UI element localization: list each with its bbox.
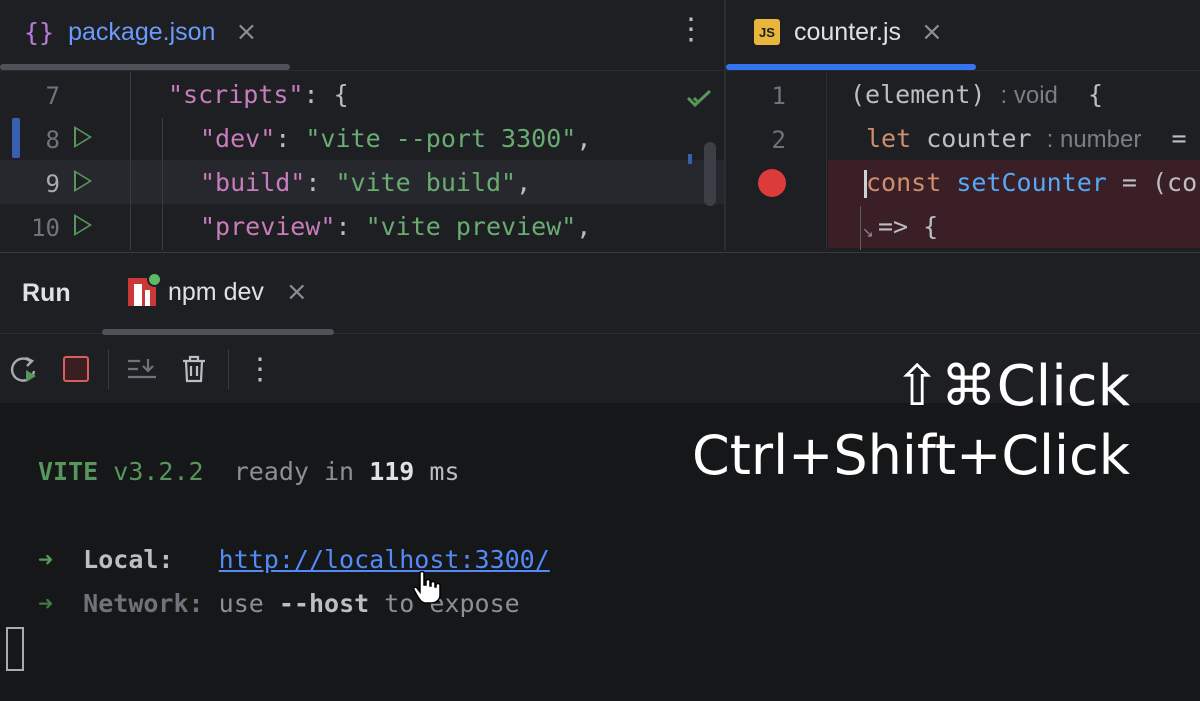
more-actions-button[interactable]: ⋮ bbox=[242, 351, 278, 387]
running-indicator-icon bbox=[147, 272, 162, 287]
line-number: 10 bbox=[31, 214, 60, 242]
code-line-8: "dev": "vite --port 3300", bbox=[200, 124, 592, 153]
console-line-network: ➜ Network: use --host to expose bbox=[38, 589, 520, 618]
line-number: 1 bbox=[771, 82, 786, 110]
code-line-2: let counter : number = bbox=[866, 124, 1187, 153]
breakpoint-icon[interactable] bbox=[758, 169, 786, 197]
right-editor-tabbar: JS counter.js × bbox=[726, 0, 1200, 71]
package-json-editor[interactable]: {} package.json × ⋮ 7 8 9 10 "scripts": … bbox=[0, 0, 724, 250]
inlay-type-hint: : void bbox=[1000, 82, 1058, 109]
counter-js-editor[interactable]: JS counter.js × 1 2 (element) : void { l… bbox=[726, 0, 1200, 250]
stop-icon bbox=[63, 356, 89, 382]
stop-button[interactable] bbox=[58, 351, 94, 387]
tab-title: package.json bbox=[68, 17, 216, 46]
code-line-7: "scripts": { bbox=[168, 80, 349, 109]
vertical-scrollbar[interactable] bbox=[704, 142, 716, 206]
line-number: 7 bbox=[45, 82, 60, 110]
active-tab-underline bbox=[726, 64, 976, 70]
tab-scrollbar[interactable] bbox=[0, 64, 290, 70]
run-script-build-icon[interactable] bbox=[74, 170, 92, 192]
close-tab-button[interactable]: × bbox=[235, 17, 257, 47]
no-problems-check-icon[interactable] bbox=[686, 88, 712, 108]
code-line-1: (element) : void { bbox=[850, 80, 1104, 109]
code-line-4: => { bbox=[878, 212, 939, 241]
indent-guide bbox=[162, 118, 163, 250]
inlay-type-hint: : number bbox=[1046, 126, 1142, 153]
console-input-cursor[interactable] bbox=[6, 627, 24, 671]
gutter-separator bbox=[826, 72, 827, 250]
tab-counter-js[interactable]: JS counter.js × bbox=[754, 0, 943, 64]
code-line-3: const setCounter = (co bbox=[866, 168, 1198, 197]
mac-shortcut-caption: ⇧⌘Click bbox=[893, 354, 1130, 419]
toolbar-separator bbox=[108, 349, 109, 389]
code-line-10: "preview": "vite preview", bbox=[200, 212, 592, 241]
line-number: 8 bbox=[45, 126, 60, 154]
js-file-icon: JS bbox=[754, 19, 780, 45]
run-script-dev-icon[interactable] bbox=[74, 126, 92, 148]
line-number: 9 bbox=[45, 170, 60, 198]
scroll-to-end-icon bbox=[128, 359, 156, 379]
code-line-9: "build": "vite build", bbox=[200, 168, 532, 197]
hand-pointer-cursor-icon bbox=[413, 571, 441, 604]
trash-icon bbox=[183, 355, 205, 383]
rerun-icon bbox=[10, 356, 36, 382]
rerun-button[interactable] bbox=[6, 351, 42, 387]
run-script-preview-icon[interactable] bbox=[74, 214, 92, 236]
scroll-marker bbox=[688, 154, 692, 164]
json-braces-icon: {} bbox=[24, 17, 55, 47]
local-url-link[interactable]: http://localhost:3300/ bbox=[219, 545, 550, 574]
console-line-vite-ready: VITE v3.2.2 ready in 119 ms bbox=[38, 457, 460, 486]
indent-guide bbox=[130, 72, 131, 250]
tab-title: npm dev bbox=[168, 277, 264, 306]
console-line-local: ➜ Local: http://localhost:3300/ bbox=[38, 545, 550, 574]
tab-title: counter.js bbox=[794, 17, 902, 46]
npm-icon bbox=[128, 272, 162, 306]
run-tabbar: Run npm dev × bbox=[0, 253, 1200, 335]
line-number: 2 bbox=[771, 126, 786, 154]
wrap-indicator-icon: ↘ bbox=[862, 224, 874, 240]
more-menu-button[interactable]: ⋮ bbox=[676, 12, 706, 47]
left-editor-tabbar: {} package.json × ⋮ bbox=[0, 0, 724, 71]
close-tab-button[interactable]: × bbox=[921, 17, 943, 47]
toolbar-separator bbox=[228, 349, 229, 389]
win-shortcut-caption: Ctrl+Shift+Click bbox=[692, 424, 1130, 487]
tab-package-json[interactable]: {} package.json × bbox=[24, 0, 257, 64]
tab-npm-dev[interactable]: npm dev × bbox=[128, 272, 308, 307]
close-tab-button[interactable]: × bbox=[286, 277, 308, 307]
clear-console-button[interactable] bbox=[176, 351, 212, 387]
run-panel-title: Run bbox=[22, 279, 71, 307]
indent-guide bbox=[860, 206, 861, 250]
scroll-to-end-button[interactable] bbox=[124, 351, 160, 387]
